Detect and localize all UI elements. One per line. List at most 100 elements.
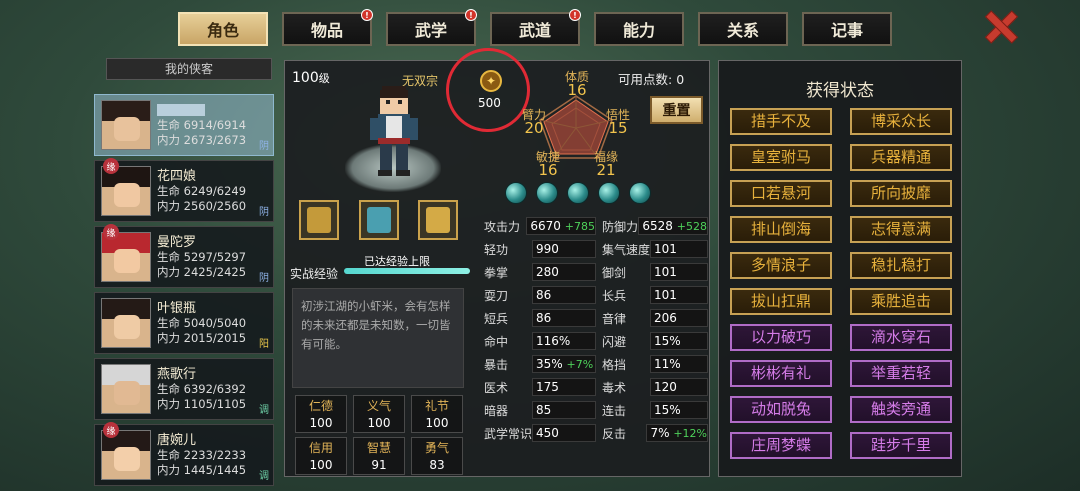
status-badge[interactable]: 举重若轻	[850, 360, 952, 387]
level-value: 100	[292, 70, 319, 86]
exp-label: 实战经验	[290, 267, 339, 281]
hero-hp: 生命 6249/6249	[157, 184, 246, 199]
tab-items[interactable]: 物品!	[282, 9, 373, 46]
stat-row: 闪避 15%	[600, 331, 708, 351]
orb-icon[interactable]	[629, 182, 651, 204]
status-badge[interactable]: 口若悬河	[730, 180, 832, 207]
virtue-value: 100	[367, 416, 391, 430]
reset-button[interactable]: 重置	[650, 96, 703, 124]
hero-info: 花四娘 生命 6249/6249 内力 2560/2560	[157, 169, 246, 214]
alert-icon: !	[361, 9, 373, 21]
hp-label: 生命	[157, 315, 180, 330]
hero-list: 生命 6914/6914 内力 2673/2673 阴缘花四娘 生命 6249/624…	[94, 94, 274, 490]
stat-label: 医术	[484, 380, 509, 395]
virtue-label: 礼节	[424, 399, 449, 413]
status-badge[interactable]: 触类旁通	[850, 396, 952, 423]
tab-martial-way[interactable]: 武道!	[490, 9, 581, 46]
attr-value-strength: 20	[524, 119, 544, 137]
tab-journal[interactable]: 记事	[802, 12, 892, 46]
hero-card[interactable]: 缘曼陀罗 生命 5297/5297 内力 2425/2425 阴	[94, 224, 274, 288]
status-badge[interactable]: 措手不及	[730, 108, 832, 135]
stat-value-box: 35% +7%	[532, 355, 596, 373]
hero-card[interactable]: 缘唐婉儿 生命 2233/2233 内力 1445/1445 调	[94, 422, 274, 486]
virtue-cell: 礼节 100	[411, 395, 463, 433]
stat-value: 101	[654, 265, 677, 279]
status-badge[interactable]: 多情浪子	[730, 252, 832, 279]
hero-mp: 内力 2425/2425	[157, 265, 246, 280]
hero-name-text: 燕歌行	[157, 366, 197, 382]
attr-value-comprehension: 15	[608, 119, 628, 137]
tab-character[interactable]: 角色	[178, 12, 268, 46]
status-badge[interactable]: 以力破巧	[730, 324, 832, 351]
mp-label: 内力	[157, 132, 180, 147]
alert-icon: !	[465, 9, 477, 21]
virtue-grid: 仁德 100 义气 100 礼节 100 信用 100 智慧 91 勇气 83	[295, 395, 463, 475]
virtue-cell: 智慧 91	[353, 437, 405, 475]
hero-info: 燕歌行 生命 6392/6392 内力 1105/1105	[157, 367, 246, 412]
status-badge[interactable]: 乘胜追击	[850, 288, 952, 315]
hp-label: 生命	[157, 381, 180, 396]
stat-label: 防御力	[602, 219, 639, 234]
attr-value-agility: 16	[538, 161, 558, 179]
close-icon[interactable]	[982, 8, 1018, 44]
status-badge[interactable]: 兵器精通	[850, 144, 952, 171]
hero-name-text: 唐婉儿	[157, 432, 197, 448]
orb-icon[interactable]	[505, 182, 527, 204]
tab-relations[interactable]: 关系	[698, 12, 788, 46]
mp-value: 2673/2673	[183, 132, 247, 147]
stat-value-box: 15%	[650, 332, 708, 350]
stat-label: 闪避	[602, 334, 627, 349]
status-badge[interactable]: 庄周梦蝶	[730, 432, 832, 459]
character-sprite	[370, 86, 418, 176]
orb-icon[interactable]	[598, 182, 620, 204]
hp-value: 2233/2233	[183, 447, 247, 462]
stat-value-box: 206	[650, 309, 708, 327]
stat-row: 连击 15%	[600, 400, 708, 420]
hero-info: 生命 6914/6914 内力 2673/2673	[157, 103, 246, 148]
hero-name-text: 花四娘	[157, 168, 197, 184]
equipment-slot-armor[interactable]	[359, 200, 399, 240]
status-badge[interactable]: 志得意满	[850, 216, 952, 243]
status-badge[interactable]: 皇室驸马	[730, 144, 832, 171]
stat-value-box: 990	[532, 240, 596, 258]
hp-value: 5297/5297	[183, 249, 247, 264]
stat-label: 毒术	[602, 380, 627, 395]
stat-value-box: 6670 +785	[526, 217, 596, 235]
status-badge[interactable]: 跬步千里	[850, 432, 952, 459]
hero-info: 唐婉儿 生命 2233/2233 内力 1445/1445	[157, 433, 246, 478]
status-badge[interactable]: 博采众长	[850, 108, 952, 135]
stat-row: 暴击 35% +7%	[482, 354, 596, 374]
equipment-slot-gauntlet[interactable]	[299, 200, 339, 240]
hero-card[interactable]: 燕歌行 生命 6392/6392 内力 1105/1105 调	[94, 358, 274, 420]
status-badge[interactable]: 彬彬有礼	[730, 360, 832, 387]
status-badge[interactable]: 稳扎稳打	[850, 252, 952, 279]
stat-value: 6670	[530, 219, 561, 233]
virtue-value: 100	[309, 416, 333, 430]
hero-element: 阴	[259, 273, 269, 284]
hero-name	[157, 103, 246, 118]
equipment-slot-scroll[interactable]	[418, 200, 458, 240]
stat-label: 轻功	[484, 242, 509, 257]
points-value: 0	[676, 72, 685, 87]
stat-value: 450	[536, 426, 559, 440]
orb-icon[interactable]	[536, 182, 558, 204]
hero-card[interactable]: 缘花四娘 生命 6249/6249 内力 2560/2560 阴	[94, 158, 274, 222]
hp-label: 生命	[157, 183, 180, 198]
status-badge[interactable]: 动如脱兔	[730, 396, 832, 423]
stat-row: 耍刀 86	[482, 285, 596, 305]
tab-martial-arts[interactable]: 武学!	[386, 9, 477, 46]
hero-card[interactable]: 叶银瓶 生命 5040/5040 内力 2015/2015 阳	[94, 292, 274, 354]
stat-row: 音律 206	[600, 308, 708, 328]
mp-value: 1105/1105	[183, 396, 247, 411]
virtue-value: 83	[429, 458, 445, 472]
status-badge[interactable]: 排山倒海	[730, 216, 832, 243]
stat-value: 116%	[536, 334, 571, 348]
hero-card[interactable]: 生命 6914/6914 内力 2673/2673 阴	[94, 94, 274, 156]
status-badge[interactable]: 所向披靡	[850, 180, 952, 207]
orb-icon[interactable]	[567, 182, 589, 204]
status-badge[interactable]: 拔山扛鼎	[730, 288, 832, 315]
tab-label: 关系	[726, 21, 759, 40]
tab-ability[interactable]: 能力	[594, 12, 684, 46]
status-badge[interactable]: 滴水穿石	[850, 324, 952, 351]
stat-row: 医术 175	[482, 377, 596, 397]
